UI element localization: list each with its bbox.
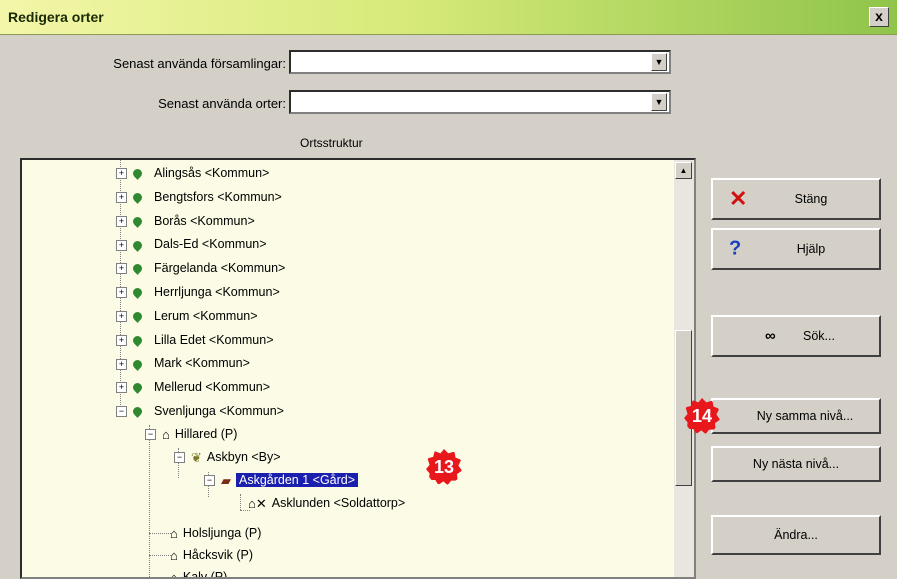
tree-node-label: Kalv (P) — [182, 570, 228, 579]
tree-node-label: Holsljunga (P) — [182, 526, 262, 540]
edit-label: Ändra... — [774, 528, 818, 542]
village-icon: ❦ — [191, 449, 202, 465]
parish-icon: ⌂ — [170, 525, 178, 541]
farm-icon: ▰ — [221, 472, 231, 488]
tree-node-label: Färgelanda <Kommun> — [154, 261, 286, 276]
collapse-icon[interactable]: − — [204, 475, 215, 487]
chevron-down-icon[interactable]: ▼ — [651, 93, 667, 111]
tree-node-label: Hillared (P) — [174, 427, 238, 441]
municipality-icon — [131, 357, 144, 371]
municipality-icon — [131, 191, 144, 204]
help-button[interactable]: ? Hjälp — [711, 228, 881, 270]
municipality-icon — [131, 238, 144, 252]
tree-node-hacksvik[interactable]: ⌂ Håcksvik (P) — [170, 544, 253, 566]
tree-node-kommun[interactable]: + Lerum <Kommun> — [116, 305, 258, 327]
scroll-up-icon[interactable]: ▲ — [675, 162, 692, 179]
expand-icon[interactable]: + — [116, 334, 127, 346]
tree-node-hillared[interactable]: − ⌂ Hillared (P) — [145, 423, 237, 445]
tree-node-kommun[interactable]: + Mellerud <Kommun> — [116, 376, 270, 398]
tree-node-label: Svenljunga <Kommun> — [154, 404, 284, 418]
tree-node-kommun[interactable]: − Svenljunga <Kommun> — [116, 400, 284, 422]
forsamlingar-label: Senast använda församlingar: — [113, 56, 286, 71]
collapse-icon[interactable]: − — [145, 429, 156, 441]
municipality-icon — [131, 310, 144, 323]
close-dialog-label: Stäng — [794, 192, 828, 206]
forsamlingar-combo[interactable]: ▼ — [289, 50, 671, 74]
tree-node-label: Herrljunga <Kommun> — [154, 285, 280, 299]
edit-button[interactable]: Ändra... — [711, 515, 881, 555]
help-label: Hjälp — [796, 242, 826, 256]
orter-label: Senast använda orter: — [158, 96, 286, 111]
tree-node-label: Dals-Ed <Kommun> — [154, 237, 267, 252]
tree-node-label: Håcksvik (P) — [182, 548, 254, 562]
tree-node-askgarden[interactable]: − ▰ Askgården 1 <Gård> — [204, 469, 359, 491]
expand-icon[interactable]: + — [116, 215, 127, 227]
expand-icon[interactable]: + — [116, 263, 127, 275]
cottage-icon: ⌂✕ — [248, 495, 267, 511]
parish-icon: ⌂ — [170, 547, 178, 563]
tree-node-label: Mellerud <Kommun> — [154, 380, 271, 395]
tree-header: Ortsstruktur — [300, 136, 363, 150]
tree-node-kommun[interactable]: + Borås <Kommun> — [116, 210, 255, 232]
tree-node-asklunden[interactable]: ⌂✕ Asklunden <Soldattorp> — [248, 492, 405, 514]
municipality-icon — [131, 286, 144, 300]
new-same-level-label: Ny samma nivå... — [756, 409, 854, 423]
municipality-icon — [131, 333, 144, 347]
tree-node-label: Bengtsfors <Kommun> — [154, 189, 282, 204]
tree-node-kommun[interactable]: + Herrljunga <Kommun> — [116, 281, 280, 303]
search-label: Sök... — [803, 329, 835, 343]
collapse-icon[interactable]: − — [174, 452, 185, 464]
tree-node-label: Askbyn <By> — [206, 450, 281, 464]
search-button[interactable]: ∞ Sök... — [711, 315, 881, 357]
municipality-icon — [131, 167, 144, 181]
expand-icon[interactable]: + — [116, 382, 127, 394]
tree-node-kommun[interactable]: + Bengtsfors <Kommun> — [116, 186, 282, 208]
place-tree[interactable]: + Alingsås <Kommun> + Bengtsfors <Kommun> + B… — [20, 158, 696, 579]
tree-node-holsljunga[interactable]: ⌂ Holsljunga (P) — [170, 522, 261, 544]
tree-node-label: Lilla Edet <Kommun> — [154, 332, 274, 347]
expand-icon[interactable]: + — [116, 192, 127, 203]
window-title: Redigera orter — [8, 9, 104, 25]
expand-icon[interactable]: + — [116, 358, 127, 370]
tree-node-label: Lerum <Kommun> — [154, 308, 258, 323]
new-next-level-button[interactable]: Ny nästa nivå... — [711, 446, 881, 482]
title-bar: Redigera orter x — [0, 0, 897, 35]
tree-node-kommun[interactable]: + Mark <Kommun> — [116, 352, 250, 374]
tree-node-label: Mark <Kommun> — [154, 356, 250, 371]
tree-node-label-selected: Askgården 1 <Gård> — [236, 473, 359, 487]
expand-icon[interactable]: + — [116, 311, 127, 322]
orter-combo[interactable]: ▼ — [289, 90, 671, 114]
close-dialog-button[interactable]: ✕ Stäng — [711, 178, 881, 220]
new-next-level-label: Ny nästa nivå... — [752, 457, 840, 471]
tree-node-kommun[interactable]: + Alingsås <Kommun> — [116, 162, 269, 184]
chevron-down-icon[interactable]: ▼ — [651, 53, 667, 71]
tree-node-label: Alingsås <Kommun> — [154, 166, 270, 180]
new-same-level-button[interactable]: Ny samma nivå... — [711, 398, 881, 434]
expand-icon[interactable]: + — [116, 239, 127, 251]
tree-node-kommun[interactable]: + Dals-Ed <Kommun> — [116, 233, 267, 255]
municipality-icon — [131, 262, 144, 276]
expand-icon[interactable]: + — [116, 168, 127, 180]
expand-icon[interactable]: + — [116, 287, 127, 299]
tree-node-label: Borås <Kommun> — [154, 213, 255, 228]
tree-node-kommun[interactable]: + Lilla Edet <Kommun> — [116, 329, 274, 351]
tree-node-label: Asklunden <Soldattorp> — [271, 496, 406, 510]
close-button[interactable]: x — [869, 7, 889, 27]
collapse-icon[interactable]: − — [116, 406, 127, 418]
parish-icon: ⌂ — [170, 569, 178, 579]
municipality-icon — [131, 214, 144, 228]
municipality-icon — [131, 381, 144, 395]
municipality-icon — [131, 405, 144, 419]
tree-node-askbyn[interactable]: − ❦ Askbyn <By> — [174, 446, 281, 468]
parish-icon: ⌂ — [162, 426, 170, 442]
tree-node-kalv[interactable]: ⌂ Kalv (P) — [170, 566, 228, 579]
tree-node-kommun[interactable]: + Färgelanda <Kommun> — [116, 257, 285, 279]
tree-scrollbar[interactable]: ▲ — [674, 160, 694, 577]
